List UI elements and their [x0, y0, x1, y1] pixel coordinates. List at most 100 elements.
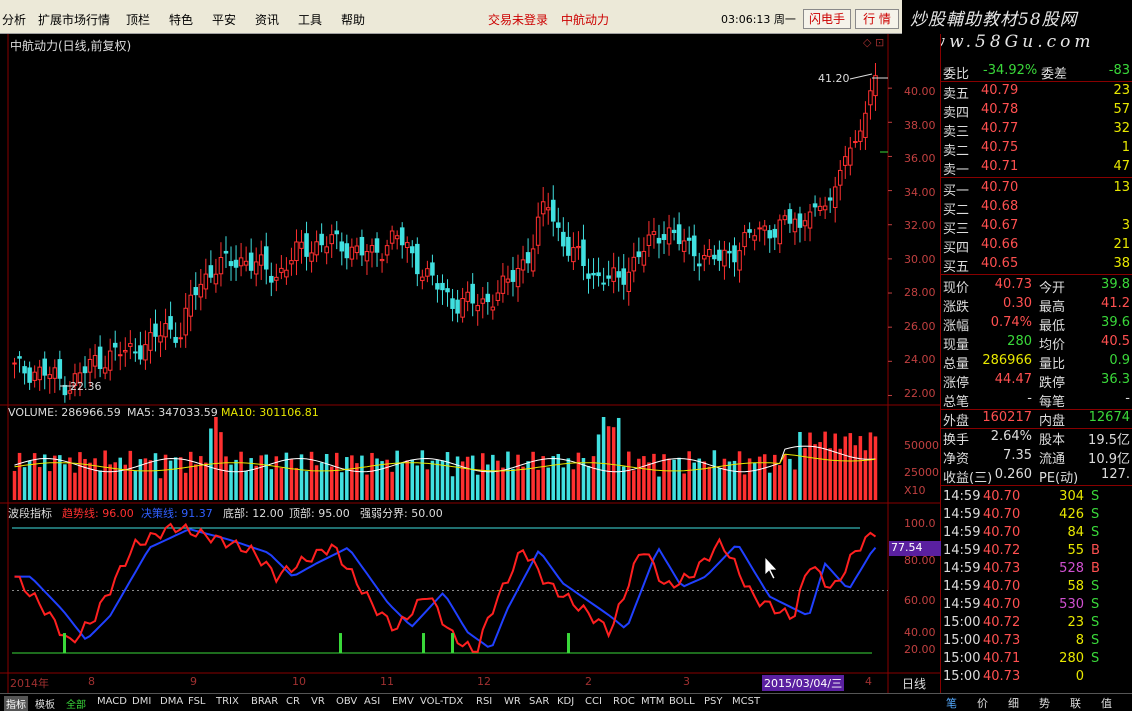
menu-analysis[interactable]: 分析 — [2, 11, 26, 28]
candle-body — [727, 250, 732, 254]
volume-bar — [873, 436, 878, 500]
menu-features[interactable]: 特色 — [169, 11, 193, 28]
volume-bar — [259, 455, 263, 500]
volume-bar — [304, 471, 309, 500]
tick-row: 14:59 40.72 55 B — [941, 542, 1132, 561]
candle-body — [581, 239, 586, 267]
volume-bar — [637, 458, 641, 500]
menu-top-bar[interactable]: 顶栏 — [126, 11, 150, 28]
indicator-tab[interactable]: CR — [286, 696, 300, 707]
bid-row[interactable]: 买一 40.70 13 — [941, 179, 1132, 199]
volume-bar — [294, 467, 299, 500]
stat-value: 0.30 — [1003, 296, 1032, 311]
bid-row[interactable]: 买五 40.65 38 — [941, 255, 1132, 275]
flash-trade-button[interactable]: 闪电手 — [803, 9, 851, 29]
volume-bar — [627, 451, 631, 500]
menu-help[interactable]: 帮助 — [341, 11, 365, 28]
volume-bar — [672, 459, 676, 500]
candle-body — [399, 227, 405, 246]
volume-bar — [108, 464, 112, 500]
indicator-tab[interactable]: WR — [504, 696, 521, 707]
volume-bar — [616, 417, 621, 500]
indicator-tab[interactable]: ROC — [613, 696, 635, 707]
stat-label: 涨跌 — [943, 300, 970, 315]
candle-body — [853, 141, 858, 144]
bid-row[interactable]: 买三 40.67 3 — [941, 217, 1132, 237]
candle-body — [97, 346, 103, 370]
ask-row[interactable]: 卖四 40.78 57 — [941, 101, 1132, 121]
indicator-tab[interactable]: DMA — [160, 696, 183, 707]
candle-body — [807, 211, 813, 229]
indicator-tab[interactable]: FSL — [188, 696, 206, 707]
indicator-tab[interactable]: CCI — [585, 696, 602, 707]
volume-bar — [486, 464, 490, 500]
ask-row[interactable]: 卖五 40.79 23 — [941, 82, 1132, 102]
volume-bar — [234, 459, 238, 500]
indicator-tab[interactable]: OBV — [336, 696, 357, 707]
volume-bar — [692, 462, 696, 500]
divider — [941, 274, 1132, 275]
ask-row[interactable]: 卖二 40.75 1 — [941, 139, 1132, 159]
candle-body — [62, 384, 68, 396]
period-label[interactable]: 日线 — [902, 675, 926, 692]
bid-price: 40.70 — [981, 180, 1019, 195]
indicator-tab[interactable]: 指标 — [4, 696, 28, 711]
ask-row[interactable]: 卖一 40.71 47 — [941, 158, 1132, 178]
indicator-tab[interactable]: TRIX — [216, 696, 239, 707]
volume-bar — [657, 476, 661, 500]
indicator-tab[interactable]: MACD — [97, 696, 127, 707]
osc-divide: 强弱分界: 50.00 — [360, 507, 443, 520]
volume-bar — [803, 448, 807, 500]
volume-bar — [556, 453, 561, 500]
candle-body — [500, 275, 506, 294]
stat-label: 涨停 — [943, 376, 970, 391]
indicator-tab[interactable]: BRAR — [251, 696, 278, 707]
candle-body — [148, 332, 153, 351]
stat-value: 7.35 — [1003, 448, 1032, 463]
bid-row[interactable]: 买二 40.68 — [941, 198, 1132, 218]
indicator-tab[interactable]: 模板 — [35, 696, 55, 711]
menu-tools[interactable]: 工具 — [298, 11, 322, 28]
indicator-tab[interactable]: KDJ — [557, 696, 574, 707]
indicator-tab[interactable]: EMV — [392, 696, 414, 707]
indicator-tab[interactable]: BOLL — [669, 696, 695, 707]
login-status[interactable]: 交易未登录 — [488, 11, 548, 28]
volume-bar — [773, 454, 777, 500]
indicator-tab[interactable]: MCST — [732, 696, 760, 707]
stat-row: 涨停 44.47 跌停 36.3 — [941, 371, 1132, 391]
indicator-tab[interactable]: PSY — [704, 696, 723, 707]
indicator-tab[interactable]: MTM — [641, 696, 664, 707]
panel-tab[interactable]: 价 — [977, 695, 988, 711]
candle-body — [440, 282, 445, 291]
candle-body — [868, 90, 873, 106]
volume-bar — [652, 453, 656, 500]
menu-pingan[interactable]: 平安 — [212, 11, 236, 28]
menu-extended-market[interactable]: 扩展市场行情 — [38, 11, 110, 28]
panel-tab[interactable]: 值 — [1101, 695, 1112, 711]
indicator-tab[interactable]: SAR — [529, 696, 549, 707]
panel-tab[interactable]: 联 — [1070, 695, 1081, 711]
indicator-tab[interactable]: 全部 — [66, 696, 86, 711]
indicator-tab[interactable]: ASI — [364, 696, 380, 707]
indicator-tab[interactable]: DMI — [132, 696, 151, 707]
settings-icon[interactable]: ◇ ⊡ — [863, 36, 884, 49]
panel-tab[interactable]: 势 — [1039, 695, 1050, 711]
candle-body — [279, 267, 284, 273]
ask-label: 卖四 — [943, 106, 970, 121]
tick-volume: 304 — [1059, 489, 1084, 504]
tick-volume: 84 — [1067, 525, 1084, 540]
kline-chart[interactable] — [0, 34, 941, 694]
menu-news[interactable]: 资讯 — [255, 11, 279, 28]
bid-row[interactable]: 买四 40.66 21 — [941, 236, 1132, 256]
volume-bar — [188, 451, 193, 500]
indicator-tab[interactable]: RSI — [476, 696, 492, 707]
candle-body — [12, 362, 17, 365]
ask-row[interactable]: 卖三 40.77 32 — [941, 120, 1132, 140]
quote-button[interactable]: 行 情 — [855, 9, 899, 29]
indicator-tab[interactable]: VOL-TDX — [420, 696, 463, 707]
chart-area[interactable]: 中航动力(日线,前复权) ◇ ⊡ 40.00 38.00 36.00 34.00… — [0, 34, 941, 694]
volume-bar — [496, 460, 500, 500]
panel-tab[interactable]: 笔 — [946, 695, 957, 711]
panel-tab[interactable]: 细 — [1008, 695, 1019, 711]
indicator-tab[interactable]: VR — [311, 696, 325, 707]
